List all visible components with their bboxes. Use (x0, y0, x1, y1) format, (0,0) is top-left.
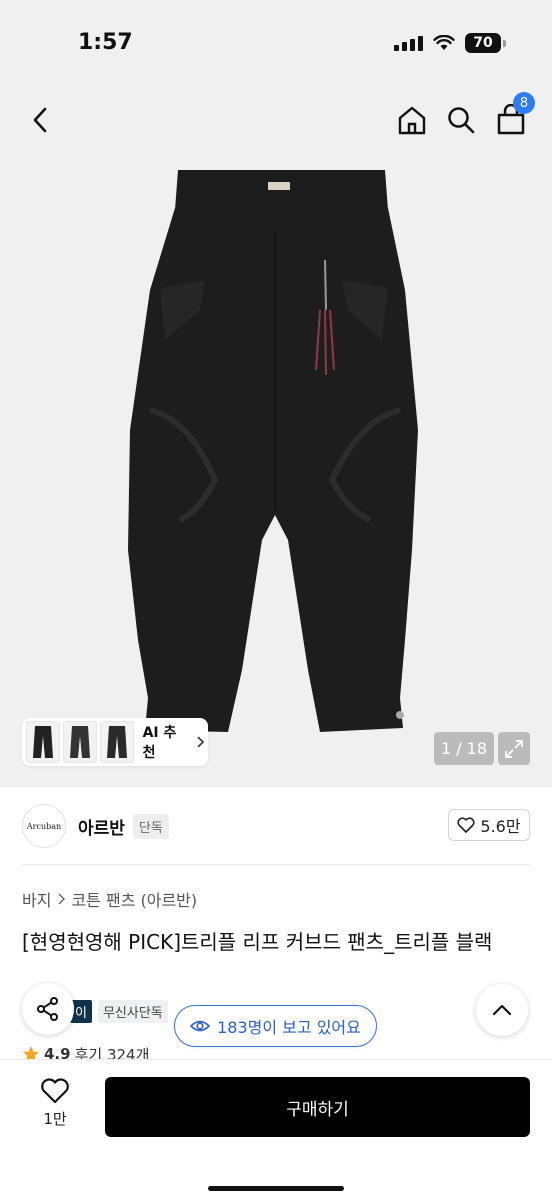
share-button[interactable] (22, 983, 74, 1035)
brand-like-count: 5.6만 (480, 817, 521, 836)
eye-icon (190, 1020, 211, 1032)
back-button[interactable] (22, 102, 58, 138)
ai-thumbnail (26, 721, 60, 763)
heart-icon (457, 817, 475, 833)
search-button[interactable] (443, 102, 479, 138)
buy-button[interactable]: 구매하기 (105, 1077, 530, 1137)
brand-like-button[interactable]: 5.6만 (448, 809, 530, 841)
home-indicator (208, 1186, 344, 1191)
scroll-to-top-button[interactable] (476, 984, 528, 1036)
home-button[interactable] (394, 102, 430, 138)
status-time: 1:57 (78, 30, 133, 55)
breadcrumb-subcategory[interactable]: 코튼 팬츠 (아르반) (71, 887, 197, 911)
heart-icon (41, 1078, 69, 1104)
product-image-gallery[interactable]: 8 AI 추천 1 / 18 (0, 90, 552, 787)
battery-icon: 70 (465, 33, 506, 53)
breadcrumb-category[interactable]: 바지 (22, 887, 51, 911)
bottom-action-bar: 1만 구매하기 (0, 1059, 552, 1200)
expand-icon (505, 739, 523, 758)
home-icon (398, 106, 426, 135)
chevron-left-icon (33, 107, 47, 133)
viewers-text: 183명이 보고 있어요 (217, 1018, 361, 1037)
ai-recommend-label: AI 추천 (142, 725, 177, 761)
wishlist-button[interactable]: 1만 (30, 1078, 80, 1136)
expand-image-button[interactable] (498, 732, 530, 765)
badge-exclusive: 무신사단독 (97, 999, 168, 1023)
status-bar: 1:57 70 (0, 0, 552, 90)
chevron-right-icon (58, 893, 66, 905)
battery-level: 70 (465, 33, 501, 53)
product-photo-pants (128, 170, 418, 732)
ai-thumbnail (62, 721, 97, 763)
brand-row[interactable]: Arcuban 아르반 단독 5.6만 (22, 803, 530, 849)
cart-count-badge: 8 (513, 92, 535, 114)
ai-thumbnail (99, 721, 134, 763)
chevron-right-icon (197, 736, 205, 748)
search-icon (448, 107, 475, 134)
share-icon (37, 997, 58, 1021)
brand-exclusive-tag: 단독 (132, 813, 169, 839)
status-icons: 70 (394, 33, 506, 53)
cellular-signal-icon (394, 35, 423, 51)
divider (22, 864, 530, 865)
brand-logo[interactable]: Arcuban (22, 804, 66, 848)
viewers-count-pill: 183명이 보고 있어요 (174, 1005, 377, 1047)
wishlist-count: 1만 (43, 1110, 67, 1128)
image-page-indicator: 1 / 18 (434, 732, 494, 765)
ai-recommend-button[interactable]: AI 추천 (22, 718, 208, 766)
breadcrumb: 바지 코튼 팬츠 (아르반) (22, 887, 197, 911)
cart-button[interactable]: 8 (493, 92, 535, 138)
chevron-up-icon (492, 1004, 512, 1016)
wifi-icon (433, 35, 455, 50)
brand-name[interactable]: 아르반 (78, 814, 125, 839)
product-title: [현영현영해 PICK]트리플 리프 커브드 팬츠_트리플 블랙 (22, 930, 493, 954)
